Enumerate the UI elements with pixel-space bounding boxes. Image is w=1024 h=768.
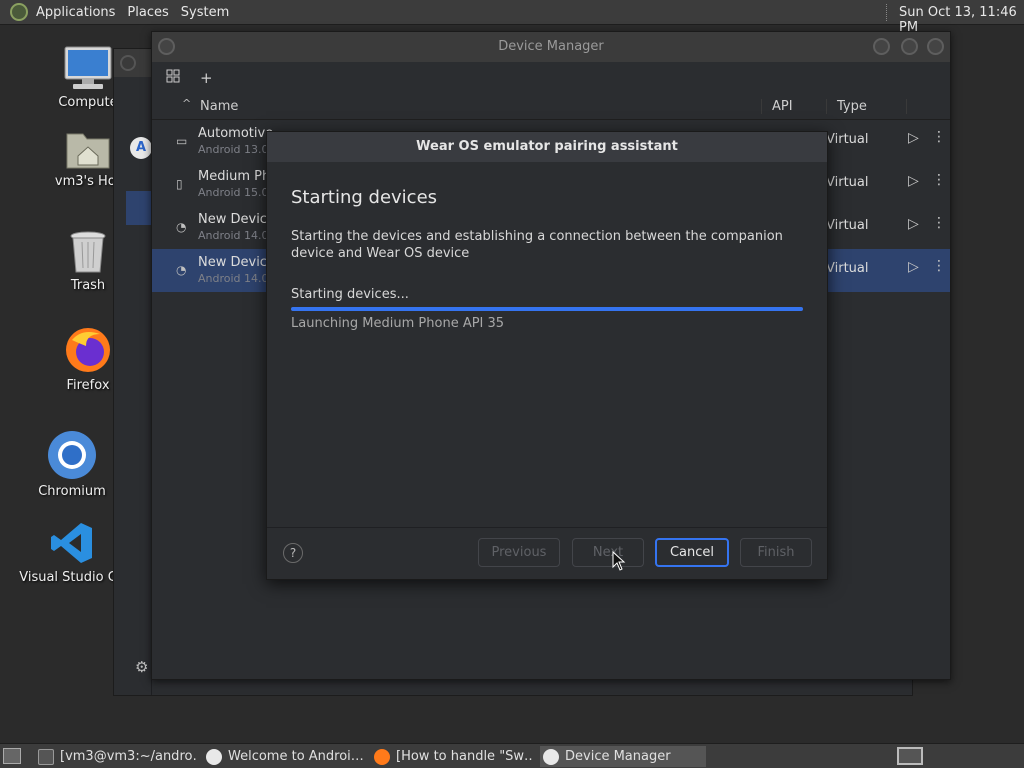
minimize-icon[interactable] [873,38,890,55]
device-type: Virtual [826,175,869,190]
vscode-icon [51,523,92,563]
android-studio-icon [543,748,559,765]
device-name: New Devic [198,212,267,227]
menu-system[interactable]: System [175,5,235,20]
dialog-footer: ? Previous Next Cancel Finish [267,527,827,579]
more-options-icon[interactable]: ⋮ [932,172,946,188]
watch-device-icon: ◔ [176,220,187,234]
more-options-icon[interactable]: ⋮ [932,129,946,145]
firefox-icon [374,748,390,765]
android-studio-icon [206,748,222,765]
substatus-text: Launching Medium Phone API 35 [291,316,505,331]
device-manager-titlebar[interactable]: Device Manager [152,32,950,62]
cancel-button[interactable]: Cancel [655,538,729,567]
desktop-icon-chromium[interactable]: Chromium [17,430,127,499]
top-panel: Applications Places System Sun Oct 13, 1… [0,0,1024,35]
taskbar: [vm3@vm3:~/andro… Welcome to Androi… [Ho… [0,743,1024,768]
desktop-icon-vscode[interactable]: Visual Studio Co [17,520,127,585]
device-version: Android 15.0 [198,186,269,199]
more-options-icon[interactable]: ⋮ [932,215,946,231]
device-version: Android 14.0 [198,272,269,285]
device-table-header: ^ Name API Type [152,94,950,120]
sort-chevron-icon: ^ [182,97,192,110]
panel-separator [886,4,888,21]
progress-bar [291,307,803,311]
menu-applications[interactable]: Applications [30,5,121,20]
device-name: Automotive [198,126,274,141]
settings-gear-icon[interactable]: ⚙ [135,658,148,676]
help-button[interactable]: ? [283,543,303,563]
taskbar-item-terminal[interactable]: [vm3@vm3:~/andro… [38,746,198,767]
column-api[interactable]: API [762,99,827,114]
device-list-icon[interactable] [166,69,180,87]
computer-icon [64,46,112,89]
add-device-button[interactable]: + [200,69,213,87]
device-manager-toolbar: + [152,62,950,94]
home-folder-icon [66,133,110,169]
phone-device-icon: ▯ [176,177,183,191]
terminal-icon [38,748,54,765]
dialog-title[interactable]: Wear OS emulator pairing assistant [267,132,827,162]
taskbar-item-firefox[interactable]: [How to handle "Sw… [374,746,534,767]
play-icon[interactable]: ▷ [908,216,919,232]
taskbar-item-device-manager[interactable]: Device Manager [540,746,706,767]
desktop-icon-label: Chromium [38,484,106,499]
column-type[interactable]: Type [827,99,907,114]
trash-icon [70,231,106,273]
taskbar-item-welcome[interactable]: Welcome to Androi… [206,746,364,767]
play-icon[interactable]: ▷ [908,173,919,189]
device-type: Virtual [826,132,869,147]
chromium-icon [48,431,96,479]
close-icon[interactable] [927,38,944,55]
window-menu-icon[interactable] [120,55,136,71]
mouse-cursor-icon [612,551,626,571]
dialog-description: Starting the devices and establishing a … [291,229,783,261]
window-menu-icon[interactable] [158,38,175,55]
device-version: Android 14.0 [198,229,269,242]
applications-menu-icon[interactable] [10,3,28,21]
play-icon[interactable]: ▷ [908,259,919,275]
device-name: Medium Ph [198,169,271,184]
status-text: Starting devices... [291,287,409,302]
play-icon[interactable]: ▷ [908,130,919,146]
android-studio-logo-icon: A [130,137,152,159]
device-name: New Devic [198,255,267,270]
previous-button[interactable]: Previous [478,538,560,567]
workspace-switcher[interactable] [897,747,923,765]
device-version: Android 13.0 [198,143,269,156]
progress-bar-fill [291,307,803,311]
watch-device-icon: ◔ [176,263,187,277]
device-type: Virtual [826,218,869,233]
firefox-icon [66,328,110,372]
dialog-heading: Starting devices [291,187,438,208]
car-device-icon: ▭ [176,134,188,148]
pairing-assistant-dialog: Wear OS emulator pairing assistant Start… [266,131,828,580]
show-desktop-icon[interactable] [3,748,21,764]
menu-places[interactable]: Places [121,5,174,20]
finish-button[interactable]: Finish [740,538,812,567]
window-title: Device Manager [498,39,604,54]
more-options-icon[interactable]: ⋮ [932,258,946,274]
column-name[interactable]: ^ Name [152,97,762,114]
next-button[interactable]: Next [572,538,644,567]
desktop-icon-label: Visual Studio Co [19,570,125,585]
android-studio-sidebar: A [114,77,156,695]
maximize-icon[interactable] [901,38,918,55]
device-type: Virtual [826,261,869,276]
